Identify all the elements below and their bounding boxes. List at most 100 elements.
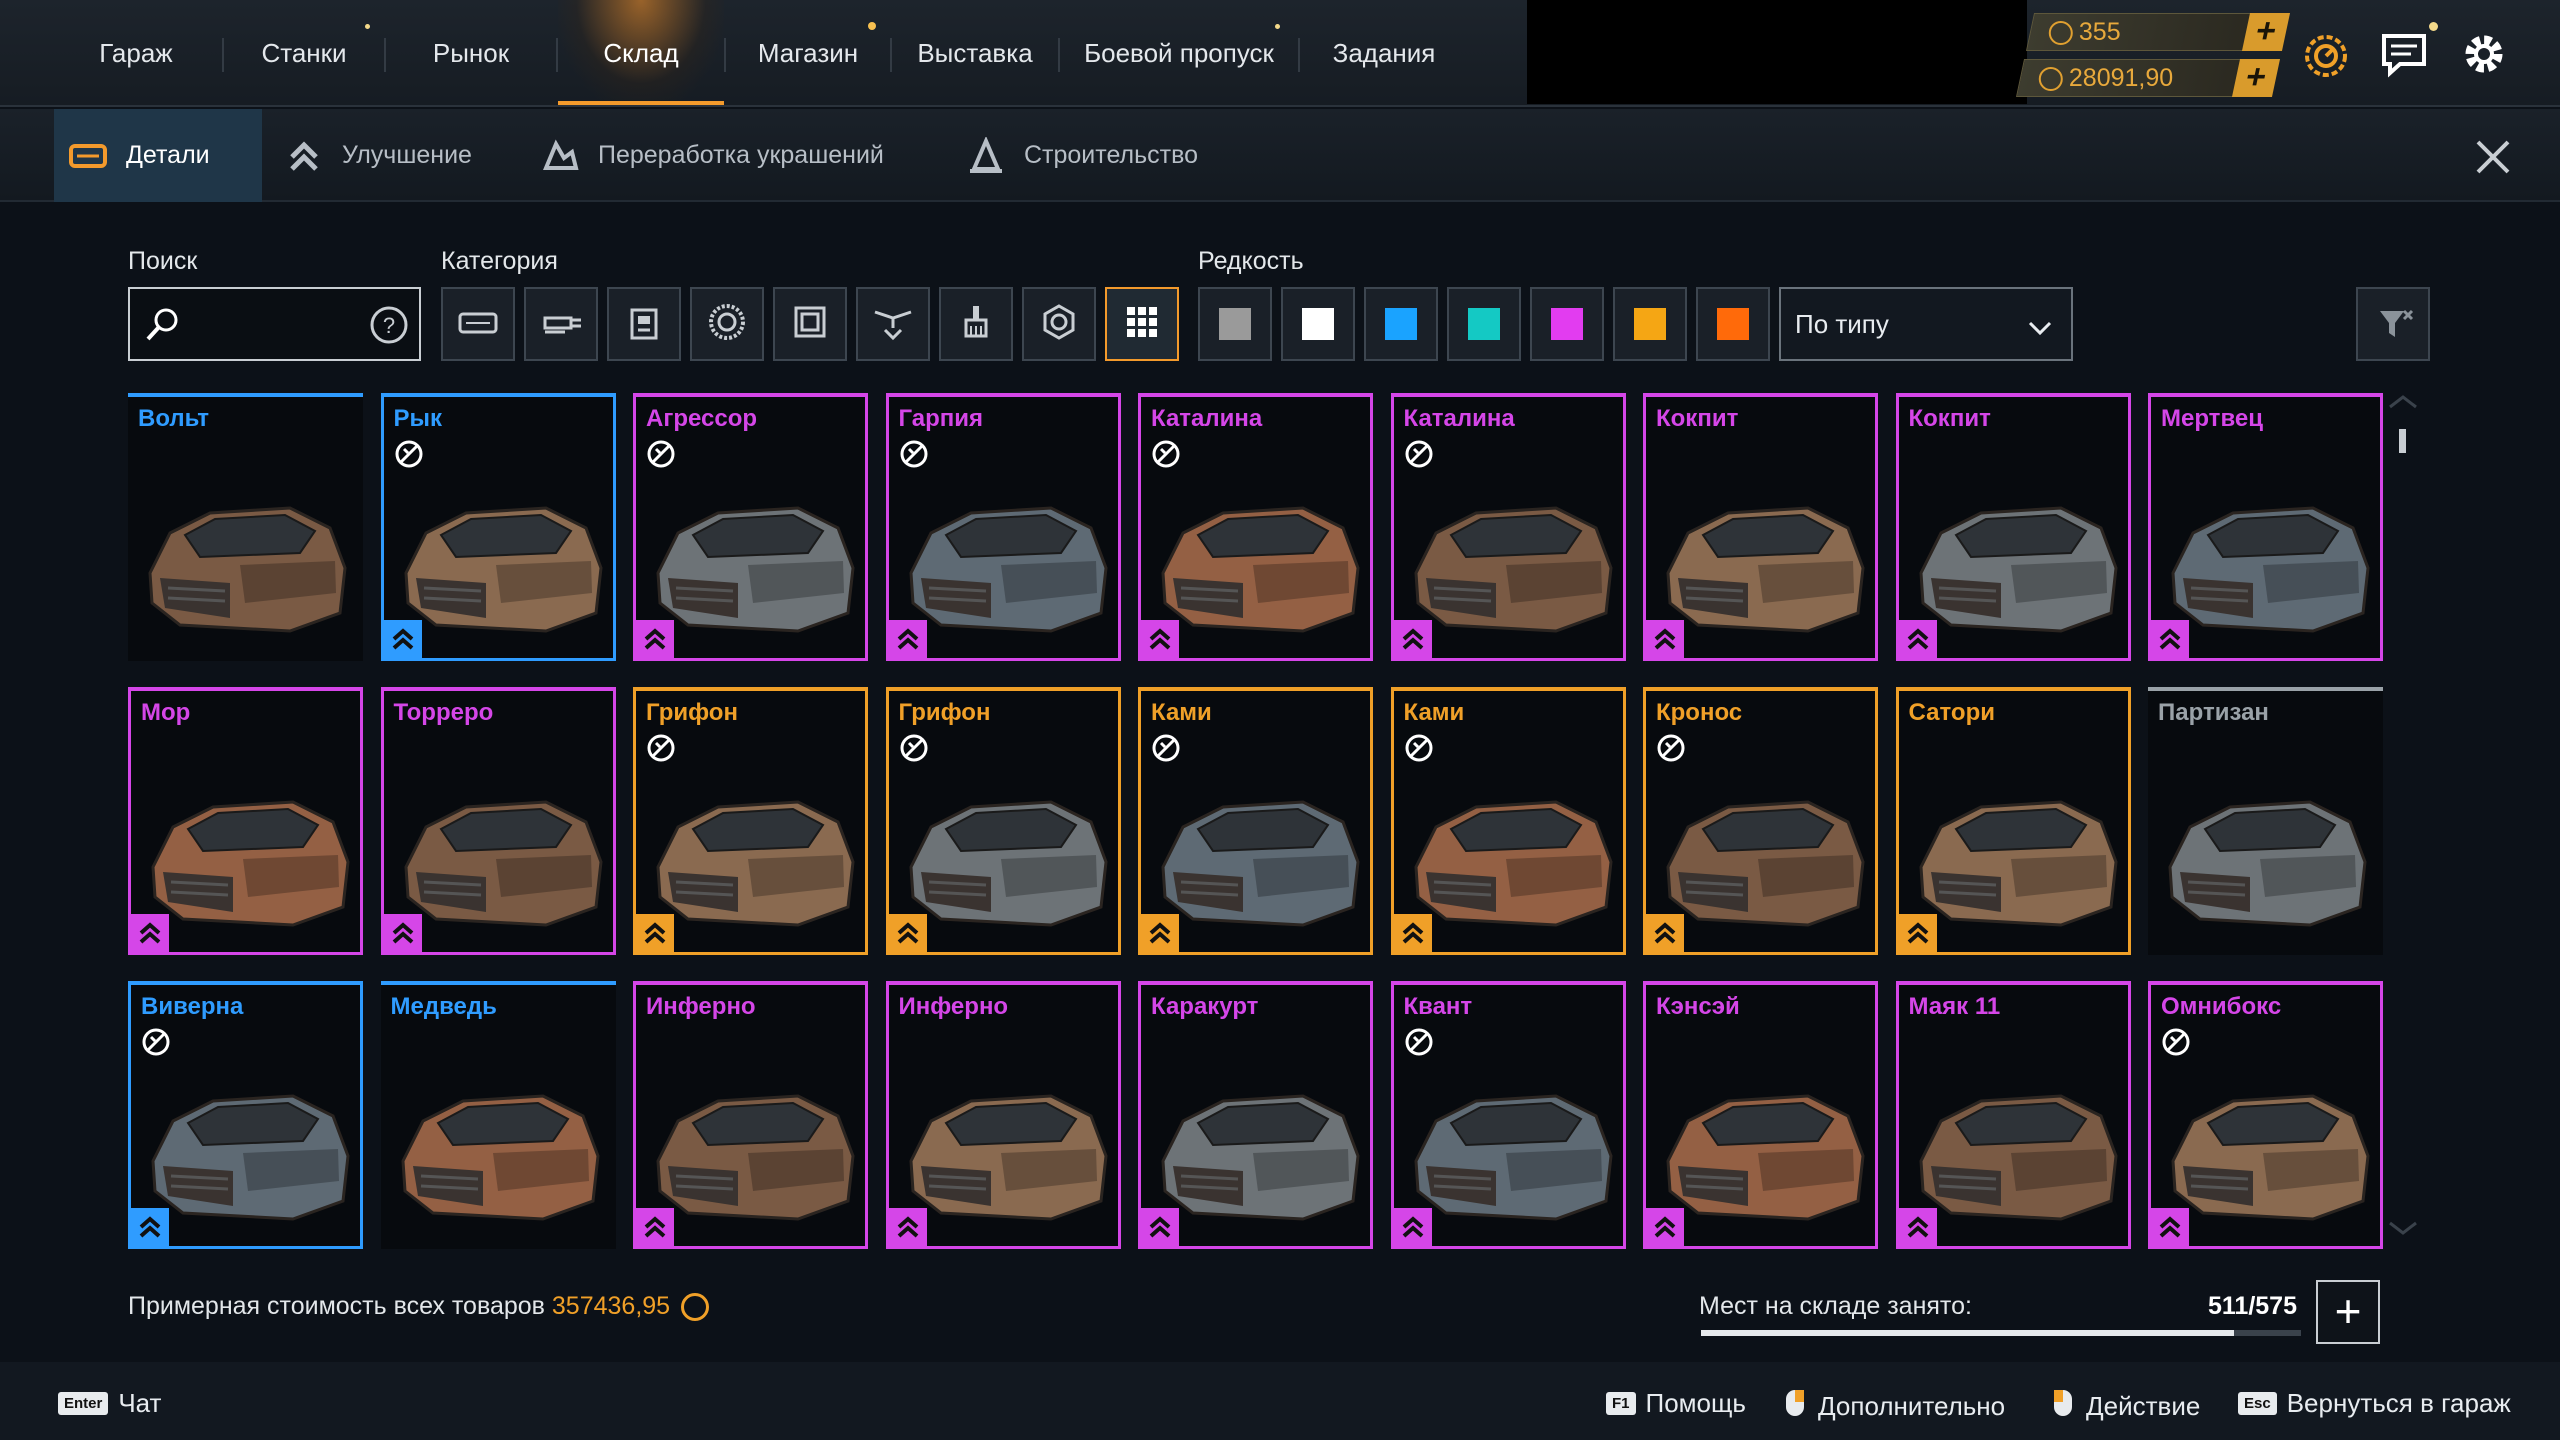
- item-card[interactable]: Медведь: [380, 981, 616, 1249]
- item-card[interactable]: Маяк 11: [1895, 981, 2131, 1249]
- item-card[interactable]: Кокпит: [1643, 393, 1878, 661]
- item-name: Квант: [1403, 993, 1473, 1020]
- item-name: Агрессор: [646, 405, 758, 432]
- item-card[interactable]: Сатори: [1895, 687, 2131, 955]
- cabin-image: [1658, 453, 1870, 643]
- item-card[interactable]: Каталина: [1390, 393, 1626, 661]
- category-engine-button[interactable]: [1022, 287, 1096, 361]
- category-weapon-button[interactable]: [524, 287, 598, 361]
- rarity-rare-button[interactable]: [1364, 287, 1438, 361]
- sort-dropdown[interactable]: По типу: [1779, 287, 2073, 361]
- item-card[interactable]: Каракурт: [1138, 981, 1373, 1249]
- tab-shop[interactable]: Магазин: [726, 0, 890, 107]
- add-coins-button[interactable]: +: [2241, 12, 2291, 51]
- not-craftable-icon: [1404, 1027, 1434, 1057]
- item-card[interactable]: Каталина: [1138, 393, 1373, 661]
- tab-exhibition[interactable]: Выставка: [892, 0, 1058, 107]
- cabin-image: [901, 453, 1113, 643]
- category-all-button[interactable]: [1105, 287, 1179, 361]
- item-card[interactable]: Агрессор: [633, 393, 868, 661]
- upgrade-available-icon: [131, 914, 169, 952]
- credit-icon: [681, 1293, 710, 1322]
- cabin-image: [1911, 1041, 2123, 1231]
- tab-machines[interactable]: Станки: [224, 0, 384, 107]
- recycle-decor-icon: [540, 136, 580, 176]
- upgrade-available-icon: [1898, 620, 1937, 658]
- hint-help[interactable]: F1 Помощь: [1606, 1388, 1746, 1419]
- tab-market[interactable]: Рынок: [386, 0, 556, 107]
- rarity-relic-button[interactable]: [1696, 287, 1770, 361]
- item-card[interactable]: Рык: [380, 393, 616, 661]
- item-card[interactable]: Кокпит: [1895, 393, 2131, 661]
- rarity-special-button[interactable]: [1447, 287, 1521, 361]
- cabin-image: [143, 1041, 355, 1231]
- hint-chat[interactable]: Enter Чат: [58, 1388, 161, 1419]
- item-card[interactable]: Мор: [128, 687, 363, 955]
- rarity-ordinary-button[interactable]: [1281, 287, 1355, 361]
- chat-icon[interactable]: [2376, 22, 2438, 82]
- grid-icon: [1125, 305, 1159, 344]
- upgrade-available-icon: [888, 1208, 927, 1246]
- item-card[interactable]: Кронос: [1643, 687, 1878, 955]
- tab-garage[interactable]: Гараж: [50, 0, 222, 107]
- expand-storage-button[interactable]: +: [2316, 1280, 2380, 1344]
- category-module-button[interactable]: [607, 287, 681, 361]
- item-card[interactable]: Инферно: [633, 981, 868, 1249]
- search-input[interactable]: ?: [128, 287, 421, 361]
- item-card[interactable]: Торреро: [380, 687, 616, 955]
- category-decor-button[interactable]: [856, 287, 930, 361]
- item-card[interactable]: Грифон: [885, 687, 1121, 955]
- item-card[interactable]: Омнибокс: [2148, 981, 2383, 1249]
- category-wheel-button[interactable]: [690, 287, 764, 361]
- item-card[interactable]: Ками: [1390, 687, 1626, 955]
- reset-filter-button[interactable]: [2356, 287, 2430, 361]
- item-card[interactable]: Виверна: [128, 981, 363, 1249]
- rarity-swatch: [1634, 308, 1666, 340]
- rarity-epic-button[interactable]: [1530, 287, 1604, 361]
- scrollbar[interactable]: [2389, 395, 2417, 1235]
- item-name: Рык: [393, 405, 443, 432]
- wheel-icon: [707, 302, 747, 347]
- item-card[interactable]: Гарпия: [885, 393, 1121, 661]
- hint-action[interactable]: Действие: [2052, 1388, 2200, 1425]
- subtab-construction[interactable]: Строительство: [966, 109, 1246, 202]
- subtab-recycle-decor[interactable]: Переработка украшений: [540, 109, 920, 202]
- item-card[interactable]: Мертвец: [2148, 393, 2383, 661]
- item-card[interactable]: Инферно: [885, 981, 1121, 1249]
- cabin-image: [1406, 747, 1618, 937]
- filter-clear-icon: [2376, 305, 2416, 350]
- item-card[interactable]: Кэнсэй: [1643, 981, 1878, 1249]
- upgrade-available-icon: [1393, 620, 1432, 658]
- upgrade-available-icon: [383, 914, 422, 952]
- settings-gear-icon[interactable]: [2456, 26, 2512, 82]
- subtab-details[interactable]: Детали: [54, 109, 262, 202]
- speedometer-icon[interactable]: [2298, 26, 2354, 82]
- close-icon[interactable]: [2468, 132, 2518, 182]
- item-card[interactable]: Вольт: [128, 393, 363, 661]
- item-card[interactable]: Грифон: [633, 687, 868, 955]
- upgrade-available-icon: [1141, 1208, 1179, 1246]
- item-card[interactable]: Ками: [1138, 687, 1373, 955]
- category-cabin-button[interactable]: [441, 287, 515, 361]
- category-paint-button[interactable]: [939, 287, 1013, 361]
- cabin-image: [1153, 1041, 1365, 1231]
- tab-storage[interactable]: Склад: [558, 0, 724, 107]
- tab-quests[interactable]: Задания: [1300, 0, 1468, 107]
- help-icon[interactable]: ?: [369, 305, 409, 350]
- module-icon: [624, 302, 664, 347]
- tab-battle-pass[interactable]: Боевой пропуск: [1060, 0, 1298, 107]
- item-card[interactable]: Квант: [1390, 981, 1626, 1249]
- not-craftable-icon: [899, 439, 929, 469]
- total-value-row: Примерная стоимость всех товаров 357436,…: [128, 1292, 710, 1322]
- hint-back-to-garage[interactable]: Esc Вернуться в гараж: [2238, 1388, 2511, 1419]
- add-credits-button[interactable]: +: [2231, 58, 2281, 97]
- upgrade-available-icon: [636, 1208, 674, 1246]
- rarity-label: Редкость: [1198, 247, 1304, 275]
- category-frame-button[interactable]: [773, 287, 847, 361]
- hint-more[interactable]: Дополнительно: [1784, 1388, 2005, 1425]
- item-card[interactable]: Партизан: [2148, 687, 2383, 955]
- subtab-upgrade[interactable]: Улучшение: [284, 109, 514, 202]
- item-name: Торреро: [393, 699, 494, 726]
- rarity-common-button[interactable]: [1198, 287, 1272, 361]
- rarity-legendary-button[interactable]: [1613, 287, 1687, 361]
